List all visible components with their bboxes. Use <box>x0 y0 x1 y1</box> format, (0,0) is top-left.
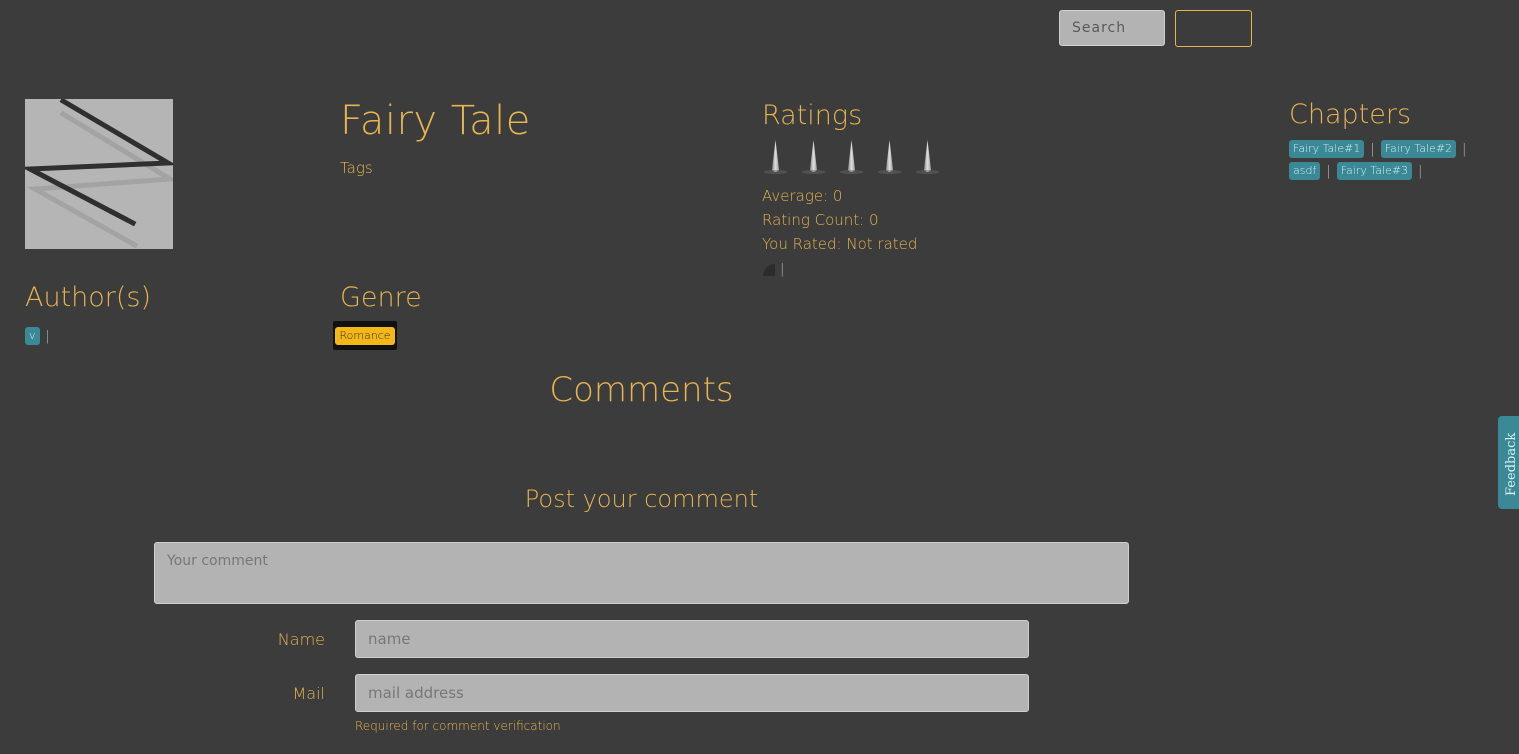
rating-you-rated: You Rated: Not rated <box>762 235 918 253</box>
chapter-list: Fairy Tale#1 | Fairy Tale#2 | asdf | Fairy … <box>1289 140 1504 180</box>
authors-heading: Author(s) <box>25 282 152 313</box>
separator: | <box>1370 141 1375 157</box>
placeholder-zigzag-icon <box>20 97 178 249</box>
genre-heading: Genre <box>340 282 422 313</box>
story-cover-image <box>20 97 178 249</box>
separator: | <box>1418 163 1423 179</box>
post-comment-heading: Post your comment <box>524 485 759 513</box>
rating-spike-icon[interactable] <box>914 140 941 174</box>
separator: | <box>1462 141 1467 157</box>
feedback-label: Feedback <box>1504 432 1519 496</box>
chapter-link[interactable]: asdf <box>1289 162 1321 180</box>
rating-spike-icon[interactable] <box>762 140 789 174</box>
list-item: asdf | <box>1289 162 1331 180</box>
list-item: Fairy Tale#1 | <box>1289 140 1375 158</box>
rating-average: Average: 0 <box>762 187 843 205</box>
rating-vote: | <box>762 262 784 277</box>
author-list: v | <box>25 327 50 345</box>
feedback-tab[interactable]: Feedback <box>1498 416 1519 509</box>
separator: | <box>1326 163 1331 179</box>
leaf-icon[interactable] <box>762 263 776 277</box>
rating-spike-icon[interactable] <box>800 140 827 174</box>
search-button[interactable] <box>1175 10 1252 47</box>
tags-label: Tags <box>340 159 373 177</box>
separator: | <box>45 328 50 344</box>
chapter-link[interactable]: Fairy Tale#1 <box>1289 140 1365 158</box>
genre-link[interactable]: Romance <box>335 326 395 345</box>
rating-spike-icon[interactable] <box>876 140 903 174</box>
ratings-heading: Ratings <box>762 100 863 131</box>
mail-hint: Required for comment verification <box>355 719 561 733</box>
mail-label: Mail <box>292 684 326 703</box>
comments-heading: Comments <box>549 370 734 410</box>
comment-textarea[interactable] <box>154 542 1129 604</box>
name-field[interactable] <box>355 620 1029 658</box>
chapter-link[interactable]: Fairy Tale#3 <box>1336 162 1413 180</box>
rating-spike-icon[interactable] <box>838 140 865 174</box>
rating-count: Rating Count: 0 <box>762 211 879 229</box>
name-label: Name <box>277 630 325 649</box>
author-link[interactable]: v <box>25 327 40 345</box>
chapter-link[interactable]: Fairy Tale#2 <box>1380 140 1457 158</box>
genre-tooltip-box: Romance <box>333 321 397 350</box>
rating-stars[interactable] <box>762 140 941 174</box>
separator: | <box>780 262 785 277</box>
list-item: Fairy Tale#3 | <box>1336 162 1423 180</box>
email-field[interactable] <box>355 674 1029 712</box>
list-item: Fairy Tale#2 | <box>1380 140 1467 158</box>
story-title: Fairy Tale <box>340 98 531 144</box>
chapters-heading: Chapters <box>1289 99 1412 130</box>
search-input[interactable] <box>1059 10 1165 46</box>
